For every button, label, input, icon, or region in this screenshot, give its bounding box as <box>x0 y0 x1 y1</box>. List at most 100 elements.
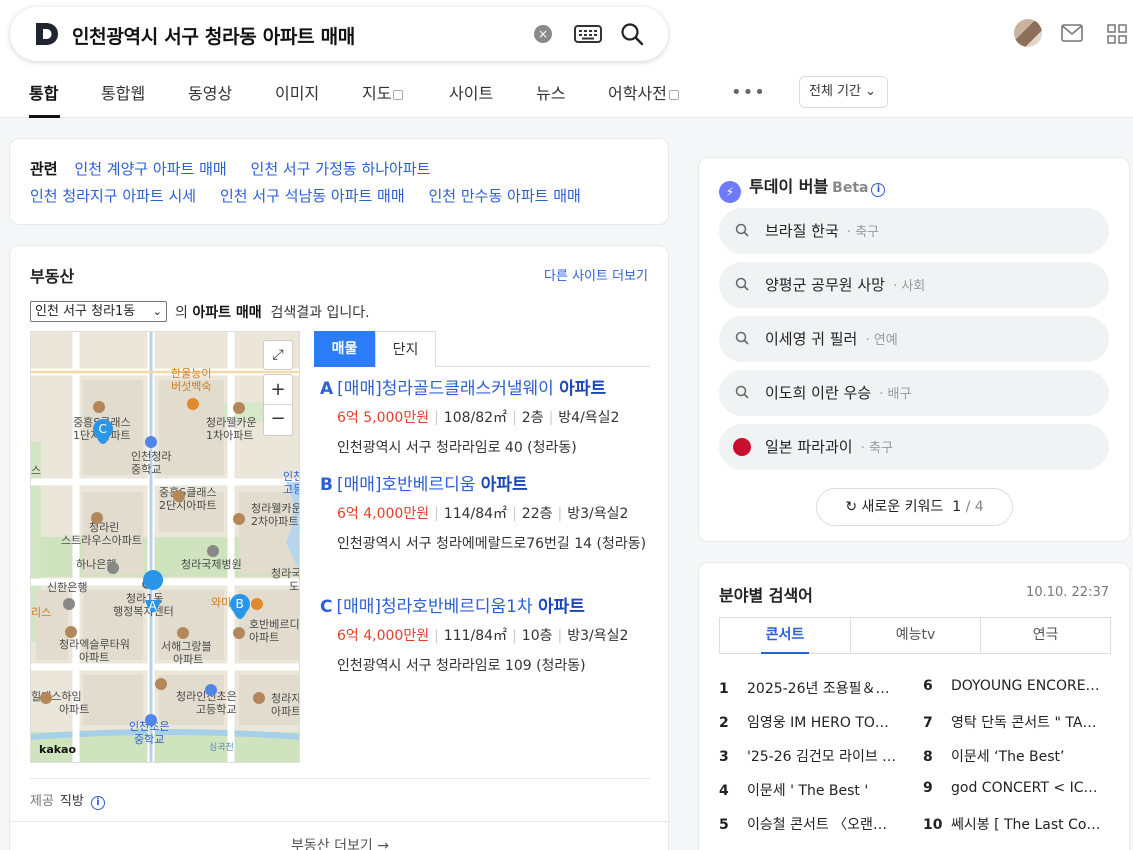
map-label: 힐데스하임 <box>31 689 82 703</box>
tab-variety-tv[interactable]: 예능tv <box>850 618 980 653</box>
listing-price: 6억 4,000만원 <box>337 628 430 644</box>
poi-icon <box>173 490 185 502</box>
related-link[interactable]: 인천 서구 가정동 하나아파트 <box>251 160 431 178</box>
rank-item[interactable]: 2 임영웅 IM HERO TOUR 2025 <box>719 712 899 732</box>
rank-item[interactable]: 7 영탁 단독 콘서트 " TAK SHOW " <box>923 712 1103 732</box>
map-label: 청라국 <box>271 567 300 580</box>
tab-dictionary-label: 어학사전 <box>608 84 667 103</box>
listing-price: 6억 5,000만원 <box>337 410 430 426</box>
map-canvas[interactable]: 한울능이 버섯백숙 중흥S클래스 1단지아파트 청라웰카운 1차아파트 인천청라… <box>31 332 300 763</box>
rank-item[interactable]: 5 이승철 콘서트 〈오랜만이야〉 <box>719 814 899 834</box>
listing-title-bold: 아파트 <box>480 475 528 495</box>
listing-letter: C <box>320 597 333 617</box>
today-bubble-title: 투데이 버블 <box>749 177 829 196</box>
rank-item[interactable]: 3 '25-26 김건모 라이브 투어 <box>719 746 899 766</box>
result-summary: 의 아파트 매매 검색결과 입니다. <box>175 302 370 322</box>
tab-integrated[interactable]: 통합 <box>29 80 58 104</box>
listing-floor: 2층 <box>521 410 544 426</box>
map-label: 리스 <box>31 606 51 619</box>
clear-search-button[interactable]: × <box>534 25 552 43</box>
trending-keyword[interactable]: 양평군 공무원 사망 · 사회 <box>719 262 1109 308</box>
restaurant-icon <box>187 398 199 410</box>
tab-video[interactable]: 동영상 <box>188 80 232 104</box>
real-estate-card: 부동산 다른 사이트 더보기 인천 서구 청라1동 ⌄ 의 아파트 매매 검색결과… <box>9 245 670 850</box>
more-sites-link[interactable]: 다른 사이트 더보기 <box>544 265 648 284</box>
poi-icon <box>65 626 77 638</box>
listing-item[interactable]: A [매매]청라골드클래스커낼웨이 아파트 6억 5,000만원 | 108/82㎡ |… <box>320 374 660 461</box>
related-link[interactable]: 인천 만수동 아파트 매매 <box>428 187 580 205</box>
tab-map[interactable]: 지도 <box>362 80 404 104</box>
listing-item[interactable]: B [매매]호반베르디움 아파트 6억 4,000만원 | 114/84㎡ | 22층 | 방… <box>320 470 660 557</box>
listing-details: 6억 4,000만원 | 111/84㎡ | 10층 | 방3/욕실2 <box>337 628 629 644</box>
trending-keyword[interactable]: 이도희 이란 우승 · 배구 <box>719 370 1109 416</box>
related-link[interactable]: 인천 청라지구 아파트 시세 <box>30 187 196 205</box>
property-map[interactable]: 한울능이 버섯백숙 중흥S클래스 1단지아파트 청라웰카운 1차아파트 인천청라… <box>30 331 300 763</box>
profile-avatar[interactable] <box>1014 19 1042 47</box>
listing-rooms: 방3/욕실2 <box>567 628 629 644</box>
apps-grid-icon[interactable] <box>1107 24 1127 44</box>
listing-address: 인천광역시 서구 청라에메랄드로76번길 14 (청라동) <box>337 536 647 552</box>
trending-keyword[interactable]: 일본 파라과이 · 축구 <box>719 424 1109 470</box>
more-real-estate-link[interactable]: 부동산 더보기 → <box>10 835 670 850</box>
tab-complex[interactable]: 단지 <box>375 331 436 367</box>
rank-item[interactable]: 10 쎄시봉 [ The Last Concert ] <box>923 814 1103 834</box>
tab-integrated-web[interactable]: 통합웹 <box>101 80 145 104</box>
trending-keyword[interactable]: 이세영 귀 필러 · 연예 <box>719 316 1109 362</box>
search-box[interactable]: 인천광역시 서구 청라동 아파트 매매 × <box>10 7 668 61</box>
rank-text: 임영웅 IM HERO TOUR 2025 <box>747 715 899 731</box>
info-icon[interactable]: i <box>90 796 105 810</box>
refresh-icon: ↻ <box>845 499 858 515</box>
rank-item[interactable]: 4 이문세 ' The Best ' <box>719 780 899 800</box>
listing-title[interactable]: C [매매]청라호반베르디움1차 아파트 <box>320 592 660 617</box>
zoom-out-button[interactable]: − <box>264 405 292 435</box>
map-label: 청라국제병원 <box>181 558 242 571</box>
rank-item[interactable]: 6 DOYOUNG ENCORE CONCERT <box>923 678 1103 694</box>
region-select[interactable]: 인천 서구 청라1동 ⌄ <box>30 301 167 322</box>
fullscreen-icon[interactable]: ⤢ <box>263 340 293 370</box>
daum-logo-icon[interactable] <box>33 20 61 48</box>
tab-news[interactable]: 뉴스 <box>536 80 565 104</box>
related-row-2: 인천 청라지구 아파트 시세 인천 서구 석남동 아파트 매매 인천 만수동 아… <box>30 185 581 206</box>
keyword-category: 배구 <box>887 387 912 402</box>
related-link[interactable]: 인천 계양구 아파트 매매 <box>74 160 226 178</box>
bank-icon <box>63 598 75 610</box>
rank-number: 7 <box>923 715 933 731</box>
rank-item[interactable]: 8 이문세 ‘The Best’ <box>923 746 1103 766</box>
related-label: 관련 <box>30 160 58 178</box>
restaurant-icon <box>251 598 263 610</box>
listing-title[interactable]: A [매매]청라골드클래스커낼웨이 아파트 <box>320 374 660 399</box>
refresh-label: 새로운 키워드 <box>861 499 944 515</box>
search-input[interactable]: 인천광역시 서구 청라동 아파트 매매 <box>72 22 355 49</box>
tab-sale-listings[interactable]: 매물 <box>314 331 375 367</box>
data-source: 제공 직방 i <box>30 790 105 810</box>
tab-site[interactable]: 사이트 <box>449 80 493 104</box>
marker-label: C <box>99 422 107 436</box>
trending-keyword[interactable]: 브라질 한국 · 축구 <box>719 208 1109 254</box>
more-tabs-button[interactable]: ••• <box>731 82 766 103</box>
zoom-in-button[interactable]: + <box>264 375 292 405</box>
rank-number: 8 <box>923 749 933 765</box>
period-filter-label: 전체 기간 <box>809 84 861 99</box>
map-label: 행정복지센터 <box>113 605 174 618</box>
info-icon[interactable]: i <box>871 183 886 197</box>
chevron-down-icon: ⌄ <box>865 84 877 99</box>
keyword-category: 축구 <box>868 441 893 456</box>
related-link[interactable]: 인천 서구 석남동 아파트 매매 <box>220 187 405 205</box>
rank-item[interactable]: 1 2025-26년 조용필＆위대한탄생 전국투어 <box>719 678 899 698</box>
period-filter-dropdown[interactable]: 전체 기간 ⌄ <box>799 76 888 108</box>
mail-icon[interactable] <box>1061 24 1083 42</box>
rank-item[interactable]: 9 god CONCERT < ICONIC BOX > <box>923 780 1103 796</box>
field-search-title: 분야별 검색어 <box>719 586 813 605</box>
map-label: 청라엑슬루타워 <box>59 638 130 651</box>
search-icon[interactable] <box>620 22 644 46</box>
listing-item[interactable]: C [매매]청라호반베르디움1차 아파트 6억 4,000만원 | 111/84㎡ | 1… <box>320 592 660 679</box>
search-tabs: 통합 통합웹 동영상 이미지 지도 사이트 뉴스 어학사전 ••• 전체 기간 … <box>0 70 1133 118</box>
listing-title[interactable]: B [매매]호반베르디움 아파트 <box>320 470 660 495</box>
tab-images[interactable]: 이미지 <box>275 80 319 104</box>
refresh-keywords-button[interactable]: ↻ 새로운 키워드 1 / 4 <box>816 488 1013 526</box>
tab-dictionary[interactable]: 어학사전 <box>608 80 679 104</box>
beta-badge: Beta <box>832 180 869 196</box>
keyboard-icon[interactable] <box>574 24 602 44</box>
tab-concert[interactable]: 콘서트 <box>720 618 850 654</box>
tab-theater[interactable]: 연극 <box>980 618 1110 653</box>
